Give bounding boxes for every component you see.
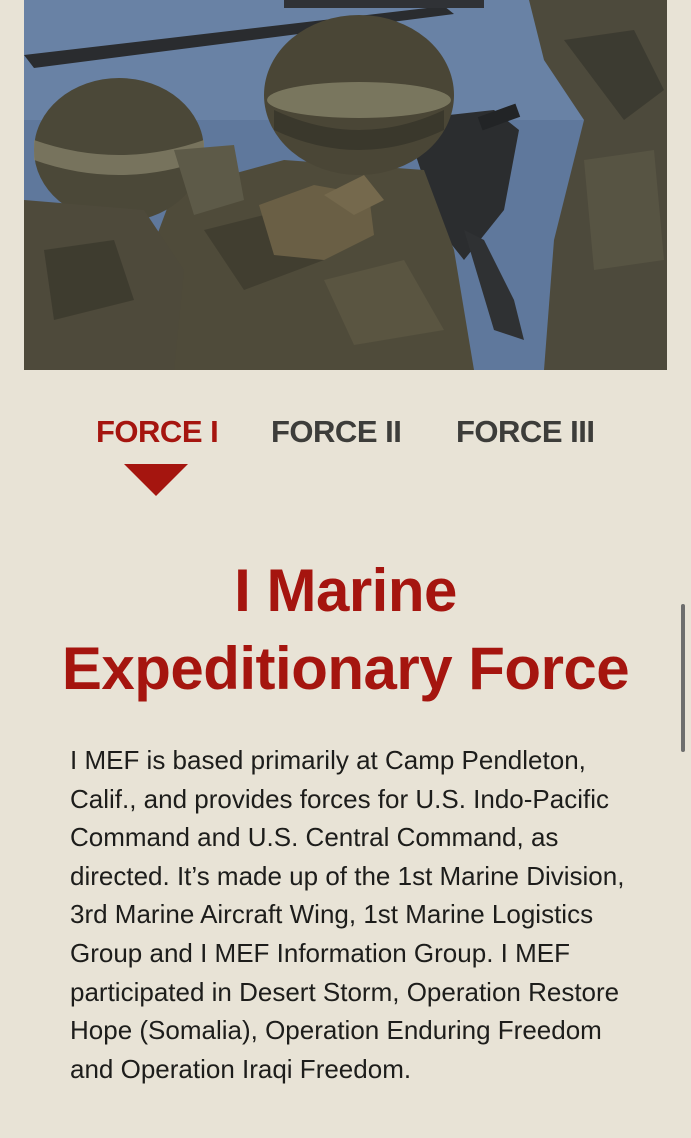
tab-force-ii[interactable]: FORCE II — [271, 414, 402, 450]
page-title-line-1: I Marine — [234, 557, 457, 624]
tab-force-iii[interactable]: FORCE III — [456, 414, 595, 450]
caret-down-icon — [124, 464, 188, 496]
hero-image — [24, 0, 667, 370]
force-tabs: FORCE I FORCE II FORCE III — [0, 410, 691, 500]
page-title-line-2: Expeditionary Force — [61, 635, 630, 702]
scrollbar[interactable] — [681, 604, 685, 752]
tab-force-i[interactable]: FORCE I — [96, 414, 219, 450]
page-title: I Marine Expeditionary Force — [0, 552, 691, 708]
force-description: I MEF is based primarily at Camp Pendlet… — [70, 745, 625, 1084]
